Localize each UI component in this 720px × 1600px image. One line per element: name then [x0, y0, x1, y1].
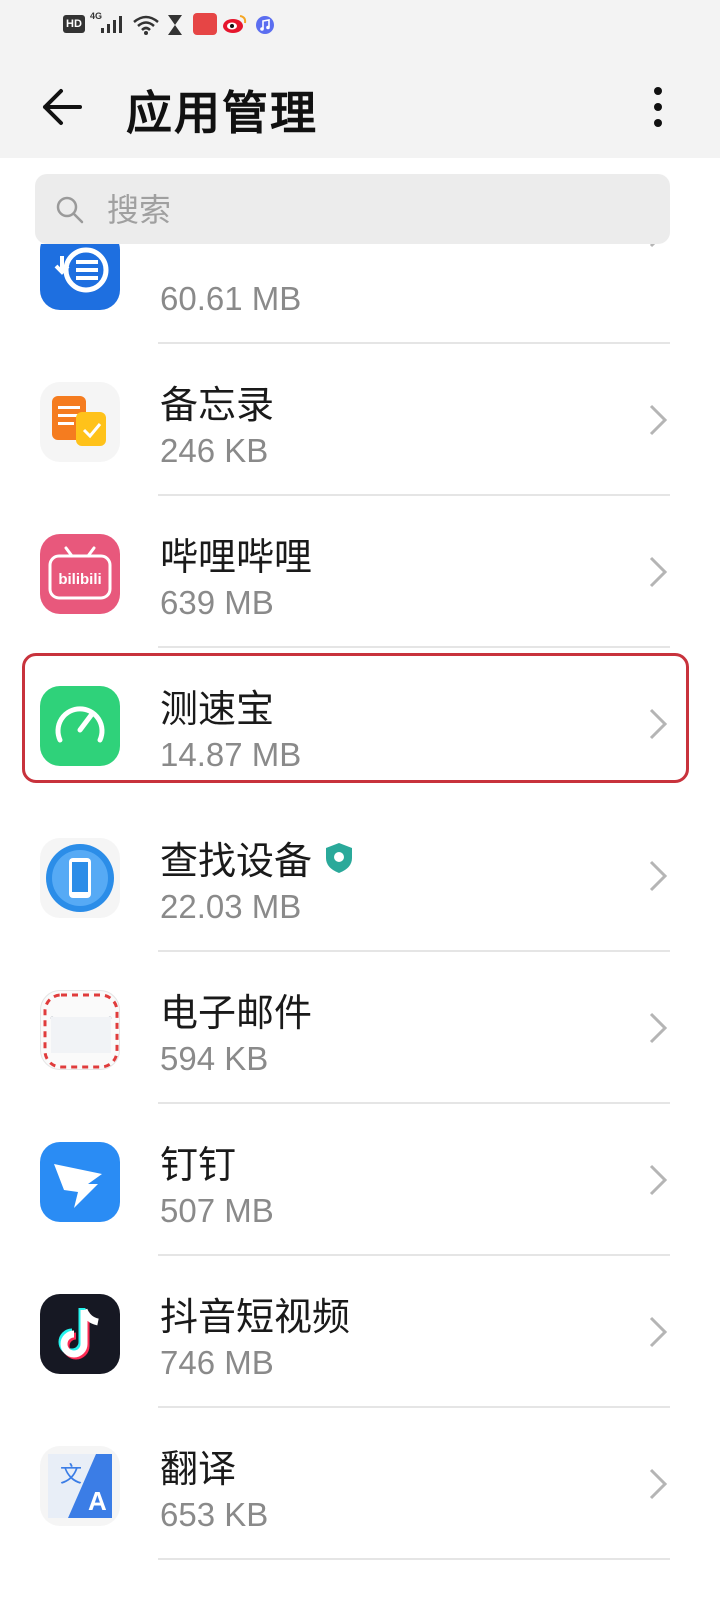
weibo-icon: [223, 15, 247, 33]
chevron-right-icon: [649, 244, 656, 248]
chevron-right-icon: [649, 404, 668, 436]
douyin-icon: [40, 1294, 120, 1374]
list-item-app-2[interactable]: bilibili 哔哩哔哩 639 MB: [0, 496, 720, 648]
chevron-right-icon: [649, 708, 668, 740]
svg-text:bilibili: bilibili: [58, 571, 101, 588]
app-size: 639 MB: [160, 584, 274, 621]
app-name: 哔哩哔哩: [160, 535, 313, 579]
app-list: 60.61 MB 备忘录 246 KB bilibili 哔哩哔哩 639 MB…: [0, 244, 720, 1600]
app-name: 抖音短视频: [160, 1295, 351, 1339]
divider: [158, 1558, 670, 1560]
list-item-app-5[interactable]: 电子邮件 594 KB: [0, 952, 720, 1104]
hd-icon: HD: [63, 15, 85, 33]
download-manager-icon: [40, 244, 120, 310]
notification-app-icon: [193, 13, 217, 35]
chevron-right-icon: [649, 1316, 668, 1348]
notepad-icon: [40, 382, 120, 462]
list-item-app-7[interactable]: 抖音短视频 746 MB: [0, 1256, 720, 1408]
back-button[interactable]: [35, 80, 89, 134]
app-size: 246 KB: [160, 432, 269, 469]
app-size: 594 KB: [160, 1040, 269, 1077]
dingtalk-icon: [40, 1142, 120, 1222]
chevron-right-icon: [649, 860, 668, 892]
more-vertical-icon: [654, 87, 662, 95]
bilibili-icon: bilibili: [40, 534, 120, 614]
app-size: 60.61 MB: [160, 280, 302, 317]
music-icon: [256, 16, 274, 34]
more-options-button[interactable]: [640, 77, 676, 137]
app-name-text: 查找设备: [160, 839, 313, 883]
chevron-right-icon: [649, 1164, 668, 1196]
app-size: 22.03 MB: [160, 888, 302, 925]
signal-icon: [101, 16, 122, 33]
status-bar: HD 4G: [0, 0, 720, 55]
list-item-app-3[interactable]: 测速宝 14.87 MB: [0, 648, 720, 800]
app-name: 查找设备: [160, 830, 354, 885]
shield-badge-icon: [326, 842, 353, 873]
svg-text:A: A: [88, 1486, 107, 1516]
app-name: 电子邮件: [160, 991, 313, 1035]
email-envelope-icon: [40, 990, 120, 1070]
list-item-app-4[interactable]: 查找设备 22.03 MB: [0, 800, 720, 952]
app-size: 507 MB: [160, 1192, 274, 1229]
chevron-right-icon: [649, 1468, 668, 1500]
app-size: 746 MB: [160, 1344, 274, 1381]
app-bar: 应用管理: [0, 55, 720, 158]
app-size: 653 KB: [160, 1496, 269, 1533]
app-size: 14.87 MB: [160, 736, 302, 773]
svg-text:文: 文: [60, 1463, 82, 1488]
translate-icon: 文 A: [40, 1446, 120, 1526]
arrow-left-icon: [43, 89, 82, 125]
list-item-app-6[interactable]: 钉钉 507 MB: [0, 1104, 720, 1256]
search-bar[interactable]: [35, 174, 670, 246]
hourglass-icon: [168, 15, 182, 35]
chevron-right-icon: [649, 1012, 668, 1044]
list-item-app-1[interactable]: 备忘录 246 KB: [0, 344, 720, 496]
search-icon: [56, 196, 84, 224]
app-name: 钉钉: [160, 1143, 237, 1187]
list-item-app-8[interactable]: 文 A 翻译 653 KB: [0, 1408, 720, 1560]
list-item-app-0[interactable]: 60.61 MB: [0, 244, 720, 344]
speedometer-icon: [40, 686, 120, 766]
app-name: 测速宝: [160, 687, 275, 731]
page-title: 应用管理: [126, 86, 318, 140]
wifi-icon: [133, 15, 159, 35]
app-name: 备忘录: [160, 383, 275, 427]
chevron-right-icon: [649, 556, 668, 588]
search-input[interactable]: [105, 174, 649, 246]
find-device-icon: [40, 838, 120, 918]
app-name: 翻译: [160, 1447, 237, 1491]
